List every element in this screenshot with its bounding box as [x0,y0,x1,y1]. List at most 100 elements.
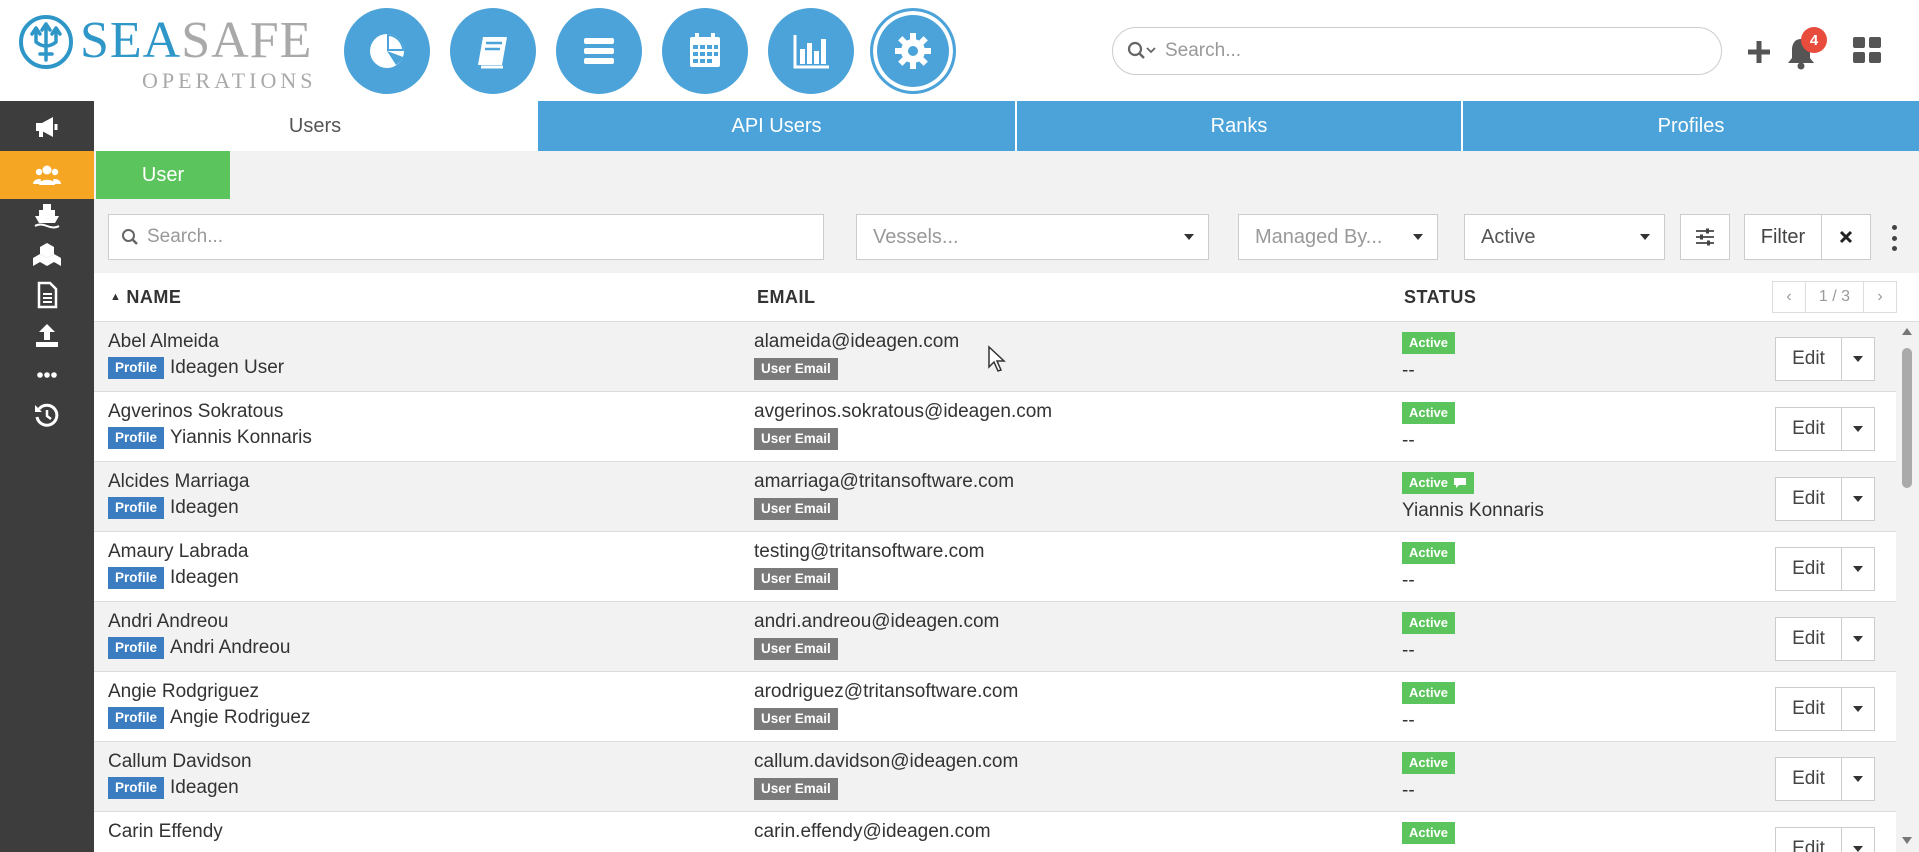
tab-bar: Users API Users Ranks Profiles [94,101,1919,151]
table-row[interactable]: Andri Andreou Profile Andri Andreou andri.a… [94,602,1896,672]
edit-button[interactable]: Edit [1776,548,1842,590]
user-profile: Profile Ideagen [108,497,239,519]
chevron-down-icon [1640,234,1650,240]
profile-tag: Profile [108,497,165,519]
user-name[interactable]: Angie Rodgriguez [108,681,259,703]
book-icon [478,37,507,69]
notification-badge: 4 [1801,27,1827,53]
user-search[interactable] [108,214,824,260]
chevron-down-icon [1853,706,1863,712]
status-column-header[interactable]: STATUS [1404,287,1476,308]
status-badge: Active [1402,822,1456,844]
search-icon [1127,41,1156,59]
megaphone-icon [36,117,58,137]
apps-grid-icon[interactable] [1852,36,1882,64]
prev-page-icon[interactable]: ‹ [1773,282,1805,312]
nav-book-button[interactable] [450,8,536,94]
edit-dropdown-toggle[interactable] [1842,618,1874,660]
tab-users[interactable]: Users [94,101,536,151]
tab-profiles[interactable]: Profiles [1461,101,1919,151]
nav-dashboard-button[interactable] [344,8,430,94]
edit-dropdown-toggle[interactable] [1842,478,1874,520]
table-row[interactable]: Angie Rodgriguez Profile Angie Rodriguez ar… [94,672,1896,742]
user-email-tag: User Email [754,498,838,520]
edit-button[interactable]: Edit [1776,618,1842,660]
table-row[interactable]: Amaury Labrada Profile Ideagen testing@trit… [94,532,1896,602]
status-badge: Active [1402,402,1456,424]
profile-name: Ideagen [170,777,239,798]
nav-settings-button[interactable] [870,8,956,94]
add-icon[interactable] [1745,38,1773,66]
edit-button[interactable]: Edit [1776,408,1842,450]
edit-button[interactable]: Edit [1776,688,1842,730]
user-name[interactable]: Carin Effendy [108,821,223,843]
edit-dropdown-toggle[interactable] [1842,688,1874,730]
edit-button[interactable]: Edit [1776,478,1842,520]
edit-dropdown-toggle[interactable] [1842,408,1874,450]
edit-button-group: Edit [1775,617,1875,661]
profile-name: Andri Andreou [170,637,291,658]
nav-reports-button[interactable] [768,8,854,94]
user-email-tag: User Email [754,778,838,800]
chevron-down-icon [1853,496,1863,502]
user-name[interactable]: Agverinos Sokratous [108,401,283,423]
subtab-user[interactable]: User [96,151,230,199]
clear-filter-button[interactable] [1821,214,1871,260]
profile-tag: Profile [108,707,165,729]
table-row[interactable]: Carin Effendy carin.effendy@ideagen.com Ac… [94,812,1896,852]
user-name[interactable]: Abel Almeida [108,331,219,353]
tab-ranks[interactable]: Ranks [1015,101,1461,151]
bar-chart-icon [793,35,829,69]
status-badge: Active [1402,682,1456,704]
global-search-input[interactable] [1165,40,1685,62]
seasafe-logo[interactable]: SEASAFE OPERATIONS [18,12,318,93]
filter-button[interactable]: Filter [1744,214,1822,260]
user-table-body: Abel Almeida Profile Ideagen User alameida@… [94,322,1896,852]
table-row[interactable]: Agverinos Sokratous Profile Yiannis Konnar… [94,392,1896,462]
sidebar-item-announcements[interactable] [0,103,94,151]
managed-by-select[interactable]: Managed By... [1238,214,1438,260]
filter-options-button[interactable] [1680,214,1730,260]
user-name[interactable]: Amaury Labrada [108,541,248,563]
more-options-icon[interactable] [1889,225,1899,251]
chevron-down-icon [1853,846,1863,852]
edit-dropdown-toggle[interactable] [1842,548,1874,590]
edit-button[interactable]: Edit [1776,338,1842,380]
status-select[interactable]: Active [1464,214,1665,260]
global-search[interactable] [1112,27,1722,75]
table-row[interactable]: Alcides Marriaga Profile Ideagen amarriaga@… [94,462,1896,532]
logo-wordmark: SEASAFE [80,12,313,69]
vessels-select[interactable]: Vessels... [856,214,1209,260]
email-column-header[interactable]: EMAIL [757,287,816,308]
next-page-icon[interactable]: › [1864,282,1896,312]
table-row[interactable]: Callum Davidson Profile Ideagen callum.davi… [94,742,1896,812]
name-column-header[interactable]: ▲ NAME [110,287,181,308]
edit-dropdown-toggle[interactable] [1842,828,1874,852]
scrollbar-thumb[interactable] [1902,348,1912,488]
profile-name: Yiannis Konnaris [170,427,312,448]
nav-list-button[interactable] [556,8,642,94]
tab-api-users[interactable]: API Users [536,101,1015,151]
edit-button[interactable]: Edit [1776,758,1842,800]
edit-button[interactable]: Edit [1776,828,1842,852]
sidebar-item-history[interactable] [0,391,94,439]
user-profile: Profile Ideagen [108,567,239,589]
pie-chart-icon [370,34,404,68]
profile-tag: Profile [108,777,165,799]
nav-calendar-button[interactable] [662,8,748,94]
close-icon [1839,230,1853,244]
user-name[interactable]: Andri Andreou [108,611,228,633]
user-email: alameida@ideagen.com [754,331,960,352]
profile-name: Ideagen User [170,357,285,378]
user-name[interactable]: Callum Davidson [108,751,252,773]
user-search-input[interactable] [147,226,807,248]
edit-button-group: Edit [1775,337,1875,381]
table-scrollbar[interactable] [1896,322,1919,852]
user-name[interactable]: Alcides Marriaga [108,471,250,493]
edit-dropdown-toggle[interactable] [1842,338,1874,380]
scroll-down-icon[interactable] [1902,837,1912,844]
scroll-up-icon[interactable] [1902,328,1912,335]
profile-name: Angie Rodriguez [170,707,311,728]
managed-by: -- [1402,640,1415,661]
edit-dropdown-toggle[interactable] [1842,758,1874,800]
